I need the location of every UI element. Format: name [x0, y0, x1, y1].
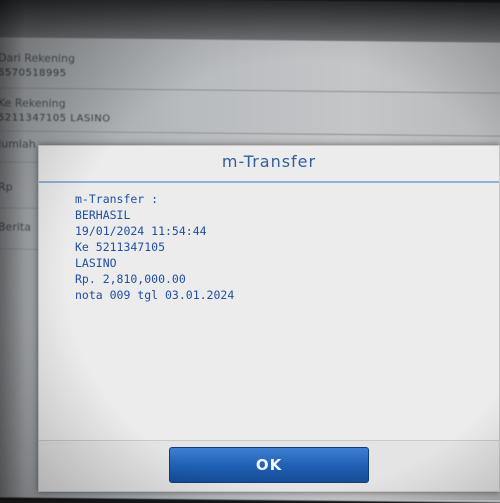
message-line-amount: Rp. 2,810,000.00 — [75, 272, 186, 286]
message-line-datetime: 19/01/2024 11:54:44 — [75, 224, 207, 238]
field-destination-account[interactable]: Ke Rekening 5211347105 LASINO — [0, 88, 500, 137]
ok-button[interactable]: OK — [169, 447, 369, 483]
message-line-note: nota 009 tgl 03.01.2024 — [75, 288, 235, 302]
title-divider — [39, 181, 499, 183]
dialog-message: m-Transfer : BERHASIL 19/01/2024 11:54:4… — [75, 191, 475, 303]
message-line-header: m-Transfer : — [75, 192, 159, 206]
top-dark-band — [0, 0, 500, 43]
transfer-result-dialog: m-Transfer m-Transfer : BERHASIL 19/01/2… — [38, 145, 500, 492]
dialog-title: m-Transfer — [221, 152, 317, 171]
field-source-account[interactable]: Dari Rekening 6570518995 — [0, 37, 500, 94]
message-line-status: BERHASIL — [75, 208, 131, 222]
edge-shadow — [0, 0, 25, 498]
dialog-button-bar: OK — [39, 440, 499, 491]
message-line-recipient: LASINO — [75, 256, 117, 270]
message-line-destination: Ke 5211347105 — [75, 240, 166, 254]
